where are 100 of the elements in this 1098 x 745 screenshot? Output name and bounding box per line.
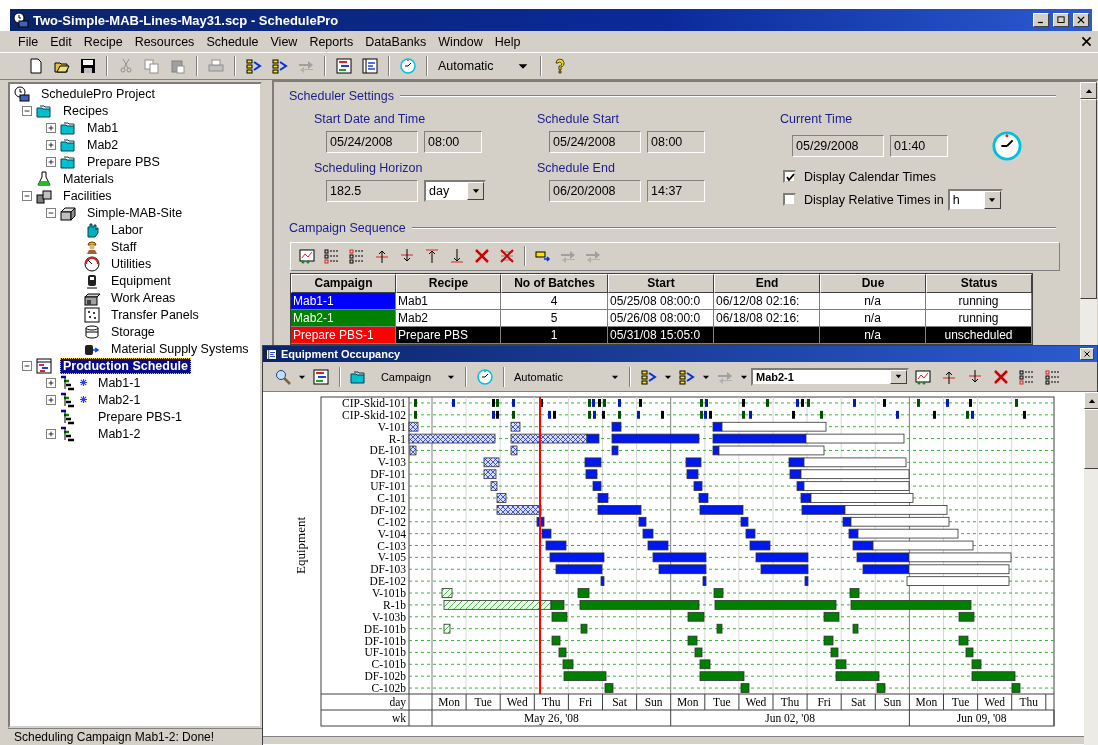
field-label: Start Date and Time [314,112,427,129]
axis-label: day [389,696,406,708]
day-label: Thu [542,696,561,708]
tree-item[interactable]: Transfer Panels [108,306,202,323]
unit-dropdown[interactable]: h [947,188,1003,211]
week-label: Jun 02, '08 [765,712,815,724]
tree-item[interactable]: Mab1-2 [95,425,144,442]
horizon-field[interactable]: 182.5 [326,180,418,203]
menu-item[interactable]: Schedule [200,34,265,49]
equipment-label: V-104 [377,527,406,540]
equipment-label: DF-101b [364,634,406,647]
day-label: Fri [817,696,831,708]
tree-item[interactable]: Work Areas [108,289,179,306]
field-label: Schedule Start [537,112,620,129]
tree-item[interactable]: Facilities [60,187,115,204]
menu-item[interactable]: Window [432,34,489,49]
menu-item[interactable]: View [264,34,304,49]
menu-item[interactable]: Edit [44,34,78,49]
equipment-label: V-101b [371,587,406,599]
day-label: Mon [915,696,938,708]
equipment-label: DF-101 [370,468,406,481]
column-header[interactable]: Recipe [396,274,501,293]
day-label: Tue [474,696,492,708]
day-label: Mon [676,696,699,708]
time-field[interactable]: 14:37 [647,180,705,203]
tree-item[interactable]: Production Schedule [60,357,191,374]
day-label: Wed [984,696,1006,708]
date-field[interactable]: 05/29/2008 [792,135,884,158]
column-header[interactable]: Status [926,274,1032,293]
equipment-label: UF-101b [364,646,406,659]
day-label: Sat [612,696,627,708]
tree-item[interactable]: Simple-MAB-Site [84,204,186,221]
equipment-label: C-102 [377,515,406,528]
tree-item[interactable]: Mab2-1 [95,391,144,408]
menu-item[interactable]: Recipe [77,34,129,49]
menu-item[interactable]: DataBanks [359,34,433,49]
date-field[interactable]: 06/20/2008 [549,180,641,203]
field-label: Schedule End [537,161,616,178]
tree-item[interactable]: Utilities [108,255,155,272]
day-label: Sat [850,696,866,708]
equipment-label: DE-101 [369,444,406,457]
tree-item[interactable]: Staff [108,238,140,255]
column-header[interactable]: End [714,274,820,293]
day-label: Thu [780,696,800,708]
tree-item[interactable]: Materials [60,170,117,187]
equipment-label: C-103 [377,539,406,552]
day-label: Tue [713,696,731,708]
menu-item[interactable]: Help [488,34,527,49]
section-title: Scheduler Settings [289,89,394,104]
tree-item[interactable]: Recipes [60,102,112,119]
tree-item[interactable]: SchedulePro Project [38,85,158,102]
week-label: Jun 09, '08 [956,712,1007,724]
equipment-label: V-105 [377,551,406,564]
column-header[interactable]: Campaign [291,274,396,293]
unit-dropdown[interactable]: day [424,180,486,203]
equipment-label: V-103 [377,456,406,469]
menu-item[interactable]: Reports [303,34,360,49]
tree-item[interactable]: Storage [108,323,158,340]
equipment-label: V-103b [371,610,406,623]
time-field[interactable]: 08:00 [424,131,482,154]
axis-label: wk [391,712,406,724]
day-label: Fri [578,696,593,708]
field-label: Scheduling Horizon [314,161,424,178]
day-label: Mon [438,696,460,708]
day-label: Sun [644,696,663,708]
selection-dropdown[interactable]: Mab2-1 [751,367,909,386]
window-title: Two-Simple-MAB-Lines-May31.scp - SchedulePro [33,12,340,28]
time-field[interactable]: 08:00 [647,131,705,154]
equipment-label: UF-101 [370,480,406,493]
field-label: Current Time [780,112,854,129]
tree-item[interactable]: Prepare PBS [84,153,163,170]
equipment-label: DF-102 [370,503,406,516]
column-header[interactable]: Start [608,274,714,293]
column-header[interactable]: Due [820,274,926,293]
tree-item[interactable]: Mab1 [84,119,122,136]
day-label: Wed [506,696,528,708]
group-dropdown[interactable]: Campaign [347,365,459,388]
time-field[interactable]: 01:40 [890,135,948,158]
equipment-label: DE-102 [369,575,406,588]
date-field[interactable]: 05/24/2008 [549,131,641,154]
mode-dropdown[interactable]: Automatic [511,365,623,388]
checkbox-label: Display Relative Times in [804,192,944,207]
mode-dropdown[interactable]: Automatic [434,55,534,77]
equipment-label: DE-101b [363,622,406,635]
tree-item[interactable]: Mab1-1 [95,374,144,391]
day-label: Sun [883,696,902,708]
tree-item[interactable]: Labor [108,221,146,238]
tree-item[interactable]: Material Supply Systems [108,340,252,357]
checkbox-label: Display Calendar Times [804,169,936,184]
menu-item[interactable]: Resources [128,34,201,49]
column-header[interactable]: No of Batches [501,274,608,293]
equipment-label: CIP-Skid-102 [342,408,406,421]
tree-item[interactable]: Mab2 [84,136,122,153]
tree-item[interactable]: Equipment [108,272,174,289]
menu-item[interactable]: File [12,34,45,49]
equipment-label: R-1 [388,432,406,445]
axis-title: Equipment [293,517,308,574]
tree-item[interactable]: Prepare PBS-1 [95,408,186,425]
equipment-label: C-102b [371,682,406,695]
date-field[interactable]: 05/24/2008 [326,131,418,154]
